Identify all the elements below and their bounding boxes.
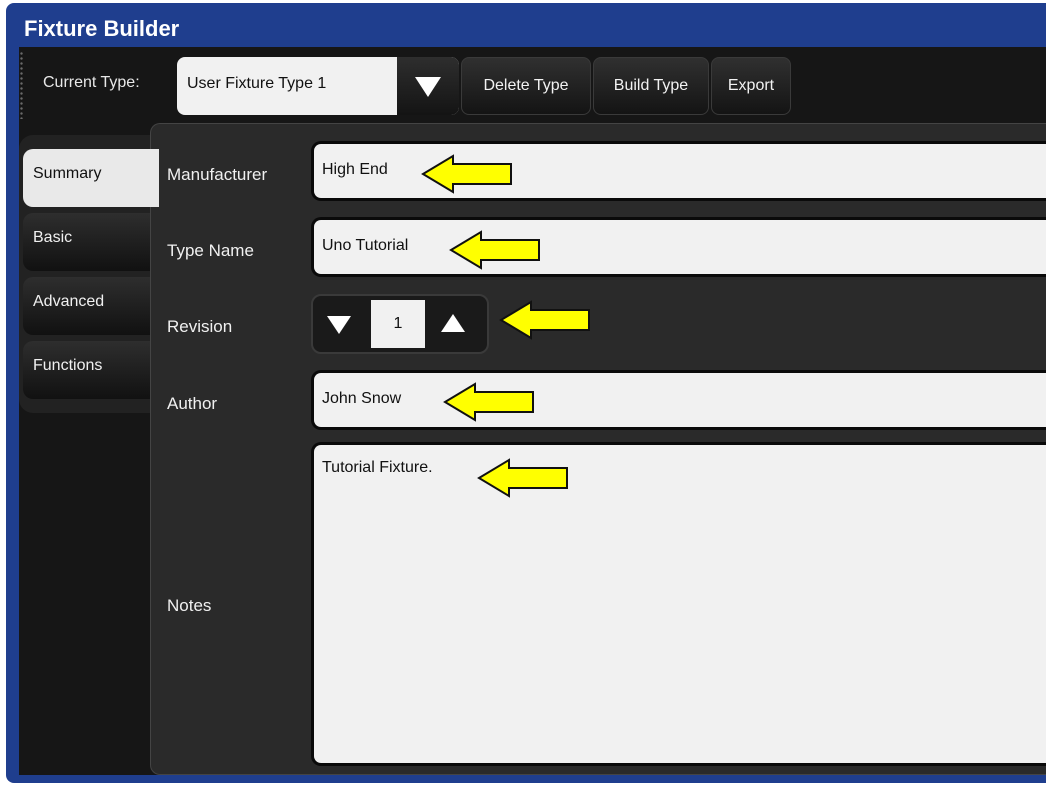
revision-value[interactable]: 1: [371, 300, 425, 348]
yellow-arrow-left-icon: [477, 458, 568, 498]
tab-summary[interactable]: Summary: [23, 149, 159, 207]
drag-grip-icon[interactable]: [19, 51, 25, 119]
notes-label: Notes: [167, 596, 212, 615]
yellow-arrow-left-icon: [449, 230, 540, 270]
notes-textarea[interactable]: Tutorial Fixture.: [311, 442, 1046, 766]
export-button[interactable]: Export: [711, 57, 791, 115]
tab-label: Summary: [33, 165, 102, 182]
summary-panel: Manufacturer High End Type Name Uno Tuto…: [150, 123, 1046, 775]
chevron-down-icon: [415, 77, 441, 97]
tab-functions[interactable]: Functions: [23, 341, 151, 399]
tab-label: Basic: [33, 229, 73, 246]
current-type-value: User Fixture Type 1: [187, 75, 327, 92]
type-name-value: Uno Tutorial: [322, 237, 409, 254]
revision-label: Revision: [167, 317, 233, 336]
dropdown-button[interactable]: [397, 57, 459, 115]
type-name-field[interactable]: Uno Tutorial: [311, 217, 1046, 277]
current-type-select[interactable]: User Fixture Type 1: [177, 57, 459, 115]
manufacturer-label: Manufacturer: [167, 165, 268, 184]
author-field[interactable]: John Snow: [311, 370, 1046, 430]
tab-advanced[interactable]: Advanced: [23, 277, 151, 335]
author-value: John Snow: [322, 390, 402, 407]
yellow-arrow-left-icon: [499, 300, 590, 340]
window-content: Current Type: User Fixture Type 1 Delete…: [19, 47, 1046, 775]
window-title: Fixture Builder: [24, 16, 180, 41]
build-type-button[interactable]: Build Type: [593, 57, 709, 115]
manufacturer-value: High End: [322, 161, 388, 178]
yellow-arrow-left-icon: [421, 154, 512, 194]
type-name-label: Type Name: [167, 241, 254, 260]
tab-basic[interactable]: Basic: [23, 213, 151, 271]
tab-label: Functions: [33, 357, 103, 374]
revision-stepper[interactable]: 1: [311, 294, 489, 354]
tab-label: Advanced: [33, 293, 105, 310]
delete-type-button[interactable]: Delete Type: [461, 57, 591, 115]
notes-value: Tutorial Fixture.: [322, 459, 433, 476]
yellow-arrow-left-icon: [443, 382, 534, 422]
fixture-builder-window: Fixture Builder Current Type: User Fixtu…: [6, 3, 1046, 783]
current-type-label: Current Type:: [43, 74, 140, 91]
triangle-up-icon[interactable]: [441, 314, 465, 332]
triangle-down-icon[interactable]: [327, 316, 351, 334]
author-label: Author: [167, 394, 218, 413]
